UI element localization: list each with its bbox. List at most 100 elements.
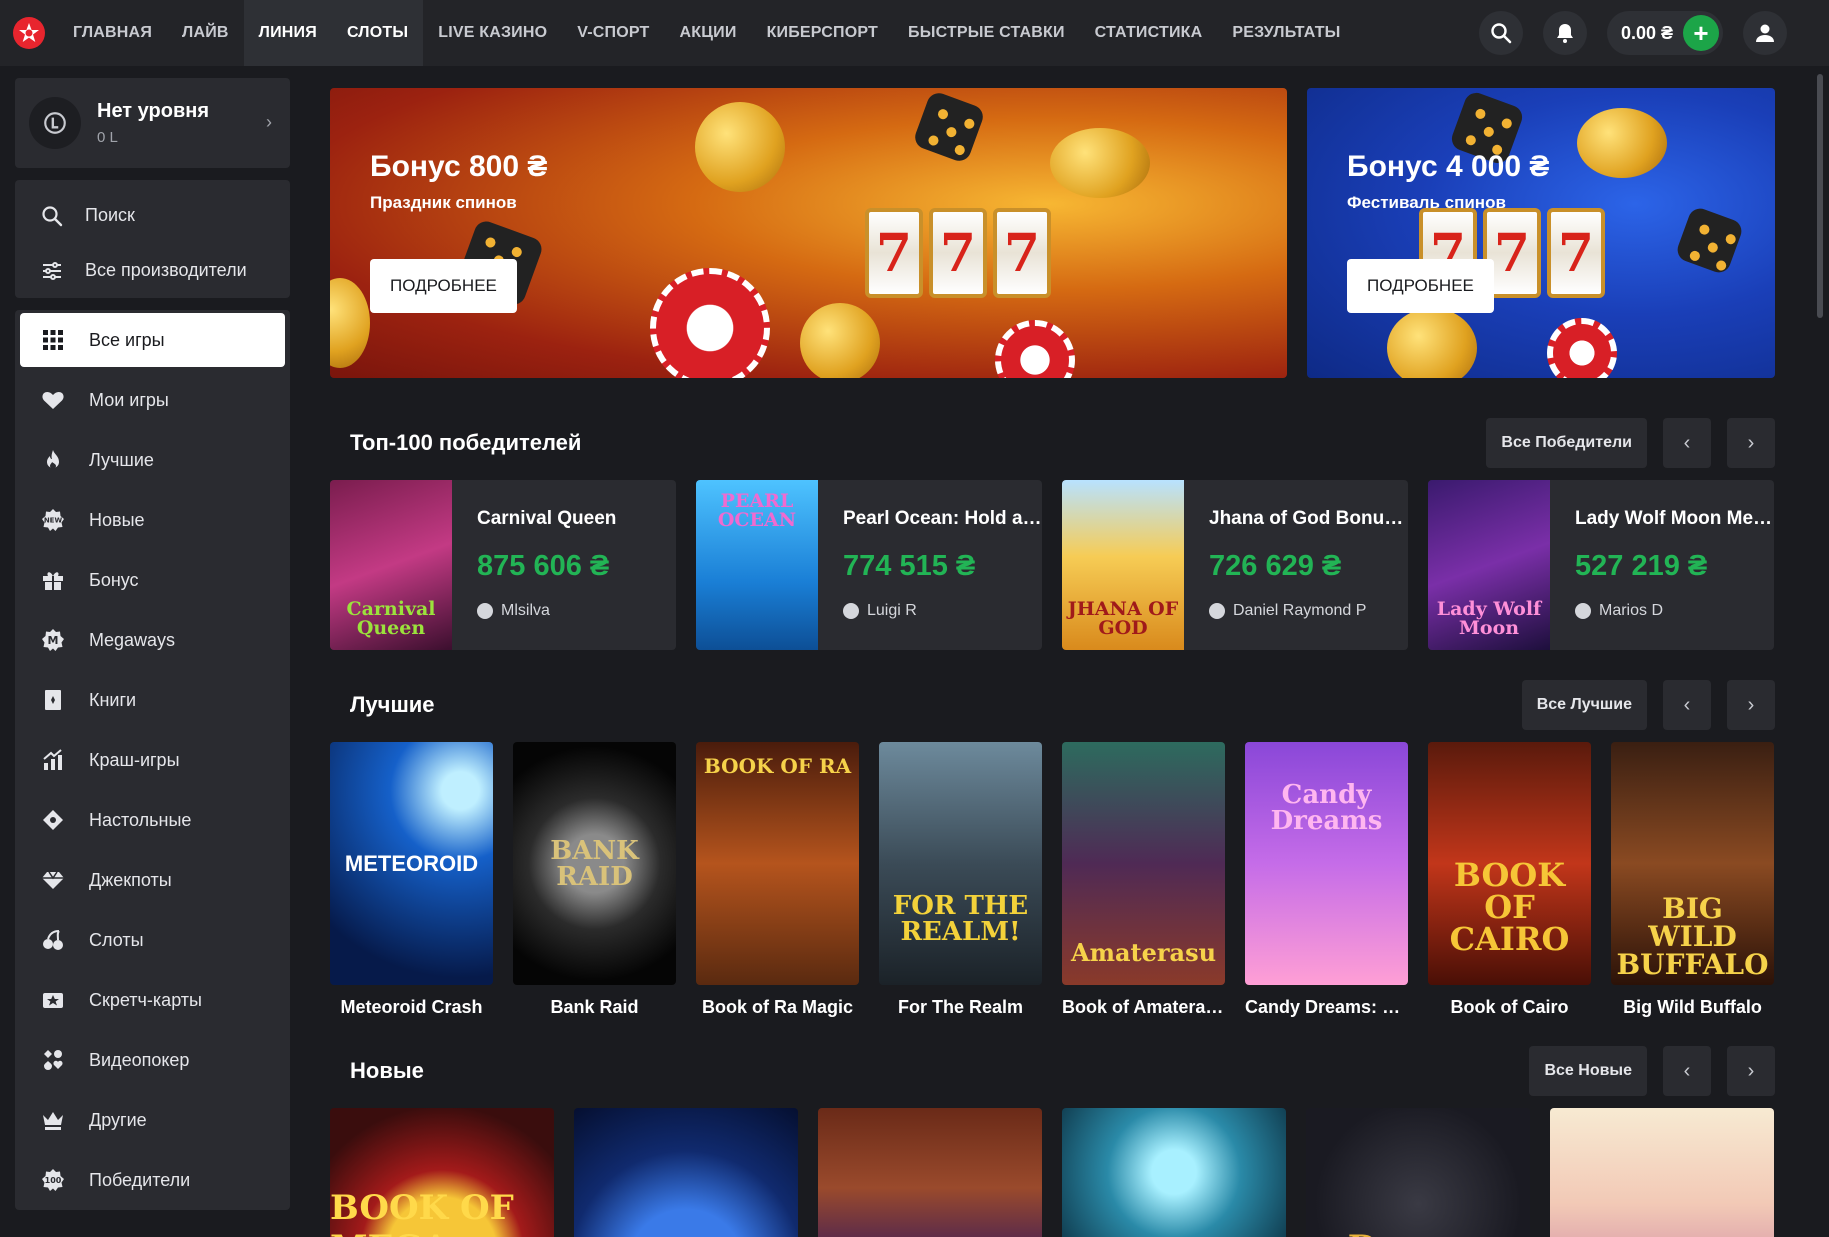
table-game-icon <box>39 806 67 834</box>
winner-card[interactable]: JHANA OF GOD Jhana of God Bonus Buy 726 … <box>1062 480 1408 650</box>
banner-subtitle: Фестиваль спинов <box>1347 193 1506 212</box>
sidebar-item-slots[interactable]: Слоты <box>20 913 285 967</box>
user-icon <box>1209 603 1225 619</box>
all-winners-button[interactable]: Все Победители <box>1486 418 1647 468</box>
deposit-button[interactable]: + <box>1683 15 1719 51</box>
game-thumbnail: Carnival Queen <box>330 480 452 650</box>
sidebar-search[interactable]: Поиск <box>15 188 290 243</box>
promo-banner-2[interactable]: 7 7 7 Бонус 4 000 ₴ Фестиваль спинов ПОД… <box>1307 88 1775 378</box>
sidebar-item-crash[interactable]: Краш-игры <box>20 733 285 787</box>
next-button[interactable]: › <box>1727 418 1775 468</box>
logo[interactable] <box>0 0 58 66</box>
sidebar-item-scratch[interactable]: Скретч-карты <box>20 973 285 1027</box>
winner-card[interactable]: PEARL OCEAN Pearl Ocean: Hold and Win 77… <box>696 480 1042 650</box>
nav-main[interactable]: ГЛАВНАЯ <box>58 0 167 66</box>
heart-icon <box>39 386 67 414</box>
game-card[interactable]: METEOROID Meteoroid Crash <box>330 742 493 1018</box>
next-button[interactable]: › <box>1727 1046 1775 1096</box>
slot-reel: 7 <box>993 208 1051 298</box>
next-button[interactable]: › <box>1727 680 1775 730</box>
banner-more-button[interactable]: ПОДРОБНЕЕ <box>370 259 517 313</box>
level-icon <box>29 97 81 149</box>
game-title: Book of Amaterasu <box>1062 997 1225 1017</box>
promo-banners: 7 7 7 Бонус 800 ₴ Праздник спинов ПОДРОБ… <box>330 88 1775 378</box>
game-title: For The Realm <box>897 997 1024 1017</box>
dice-decoration <box>1674 205 1745 276</box>
game-title: Book of Ra Magic <box>701 997 853 1017</box>
game-thumbnail[interactable]: BOOK OF MEGA <box>330 1108 554 1237</box>
game-thumbnail[interactable] <box>1550 1108 1774 1237</box>
sidebar-item-label: Книги <box>89 689 137 710</box>
nav-fast-bets[interactable]: БЫСТРЫЕ СТАВКИ <box>893 0 1080 66</box>
game-card[interactable]: BOOK OF RA Book of Ra Magic <box>696 742 859 1018</box>
game-thumbnail[interactable]: Dragon <box>1306 1108 1530 1237</box>
svg-text:100: 100 <box>45 1176 62 1185</box>
prev-button[interactable]: ‹ <box>1663 1046 1711 1096</box>
sidebar-item-videopoker[interactable]: Видеопокер <box>20 1033 285 1087</box>
game-thumbnail[interactable] <box>1062 1108 1286 1237</box>
game-thumbnail: BOOK OF CAIRO <box>1428 742 1591 985</box>
game-card[interactable]: BIG WILD BUFFALO Big Wild Buffalo <box>1611 742 1774 1018</box>
nav-statistics[interactable]: СТАТИСТИКА <box>1080 0 1218 66</box>
sidebar-item-all-games[interactable]: Все игры <box>20 313 285 367</box>
sidebar-item-other[interactable]: Другие <box>20 1093 285 1147</box>
game-card[interactable]: FOR THE REALM! For The Realm <box>879 742 1042 1018</box>
nav-line[interactable]: ЛИНИЯ <box>243 0 332 66</box>
balance-widget[interactable]: 0.00 ₴ + <box>1606 11 1723 55</box>
nav-promotions[interactable]: АКЦИИ <box>665 0 752 66</box>
game-thumbnail[interactable] <box>818 1108 1042 1237</box>
sidebar-providers[interactable]: Все производители <box>15 243 290 298</box>
level-card[interactable]: Нет уровня 0 L › <box>15 78 290 168</box>
profile-button[interactable] <box>1743 11 1787 55</box>
game-thumbnail[interactable] <box>574 1108 798 1237</box>
notifications-button[interactable] <box>1542 11 1587 55</box>
nav-esports[interactable]: КИБЕРСПОРТ <box>752 0 893 66</box>
sidebar-item-megaways[interactable]: M Megaways <box>20 613 285 667</box>
sidebar-item-my-games[interactable]: Мои игры <box>20 373 285 427</box>
all-new-button[interactable]: Все Новые <box>1529 1046 1647 1096</box>
winners-header: Топ-100 победителей Все Победители ‹ › <box>330 418 1775 468</box>
nav-live-casino[interactable]: LIVE КАЗИНО <box>423 0 562 66</box>
gift-icon <box>39 566 67 594</box>
dice-decoration <box>911 89 987 165</box>
coin-decoration <box>1387 308 1477 378</box>
game-card[interactable]: Amaterasu Book of Amaterasu <box>1062 742 1225 1018</box>
game-card[interactable]: BOOK OF CAIRO Book of Cairo <box>1428 742 1591 1018</box>
banner-more-button[interactable]: ПОДРОБНЕЕ <box>1347 259 1494 313</box>
banner-title: Бонус 4 000 ₴ <box>1347 150 1550 183</box>
nav-slots[interactable]: СЛОТЫ <box>331 0 424 66</box>
nav-results[interactable]: РЕЗУЛЬТАТЫ <box>1217 0 1355 66</box>
slot-reel: 7 <box>1547 208 1605 298</box>
sidebar-item-label: Джекпоты <box>89 869 172 890</box>
winner-username: Mlsilva <box>501 602 550 619</box>
game-thumbnail: METEOROID <box>330 742 493 985</box>
winner-username: Luigi R <box>867 602 917 619</box>
prev-button[interactable]: ‹ <box>1663 418 1711 468</box>
promo-banner-1[interactable]: 7 7 7 Бонус 800 ₴ Праздник спинов ПОДРОБ… <box>330 88 1287 378</box>
sidebar-item-table[interactable]: Настольные <box>20 793 285 847</box>
new-header: Новые Все Новые ‹ › <box>330 1046 1775 1096</box>
prev-button[interactable]: ‹ <box>1663 680 1711 730</box>
winner-card[interactable]: Carnival Queen Carnival Queen 875 606 ₴ … <box>330 480 676 650</box>
game-thumbnail: BANK RAID <box>513 742 676 985</box>
search-icon <box>1491 23 1512 44</box>
sidebar-item-label: Настольные <box>89 809 192 830</box>
nav-live[interactable]: ЛАЙВ <box>167 0 244 66</box>
sidebar-item-books[interactable]: Книги <box>20 673 285 727</box>
page-scrollbar[interactable] <box>1817 74 1823 318</box>
sidebar-item-jackpots[interactable]: Джекпоты <box>20 853 285 907</box>
game-card[interactable]: BANK RAID Bank Raid <box>513 742 676 1018</box>
sidebar-item-best[interactable]: Лучшие <box>20 433 285 487</box>
sidebar-item-label: Megaways <box>89 629 176 650</box>
game-card[interactable]: Candy Dreams Candy Dreams: Sweet Planet <box>1245 742 1408 1018</box>
all-best-button[interactable]: Все Лучшие <box>1521 680 1647 730</box>
sidebar-item-bonus[interactable]: Бонус <box>20 553 285 607</box>
nav-v-sport[interactable]: V-СПОРТ <box>562 0 664 66</box>
sidebar-providers-label: Все производители <box>85 260 247 280</box>
chip-decoration <box>995 320 1075 378</box>
search-button[interactable] <box>1478 11 1523 55</box>
sidebar-item-new[interactable]: NEW Новые <box>20 493 285 547</box>
winner-amount: 875 606 ₴ <box>477 550 610 582</box>
sidebar-item-winners[interactable]: 100 Победители <box>20 1153 285 1207</box>
winner-card[interactable]: Lady Wolf Moon Lady Wolf Moon Megaways 5… <box>1428 480 1774 650</box>
